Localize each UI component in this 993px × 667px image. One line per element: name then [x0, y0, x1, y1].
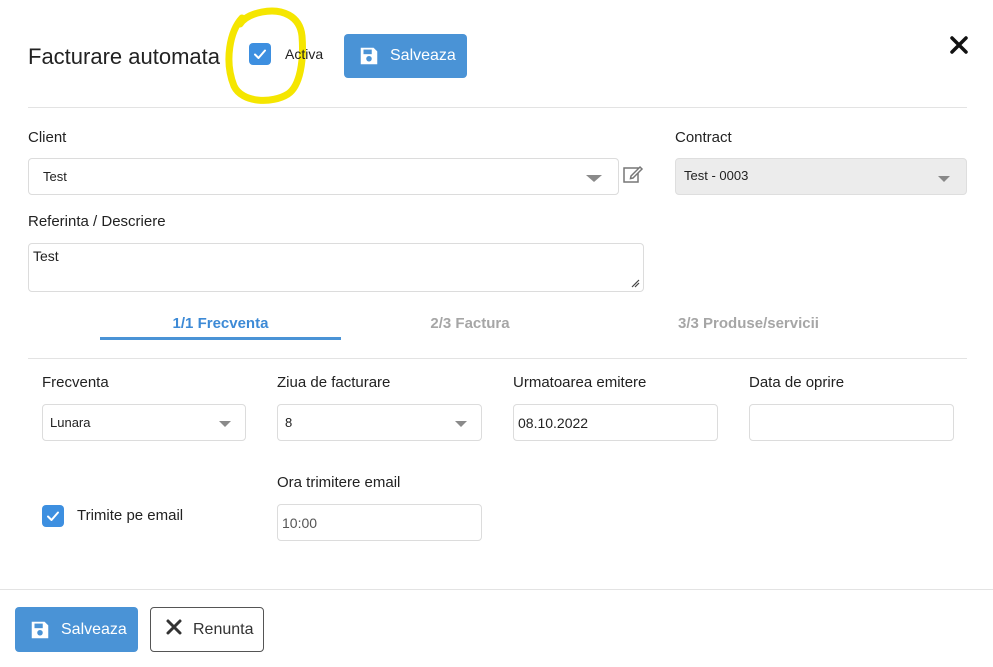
reference-textarea[interactable]: Test — [28, 243, 644, 292]
page-title: Facturare automata — [28, 44, 220, 69]
urmatoarea-label: Urmatoarea emitere — [513, 374, 647, 391]
frecventa-label: Frecventa — [42, 374, 109, 391]
contract-label: Contract — [675, 129, 732, 146]
chevron-down-icon — [455, 421, 467, 427]
chevron-down-icon — [938, 176, 950, 182]
tab-frecventa[interactable]: 1/1 Frecventa — [100, 315, 341, 332]
frecventa-select[interactable]: Lunara — [42, 404, 246, 441]
reference-label: Referinta / Descriere — [28, 213, 166, 230]
footer-save-button[interactable]: Salveaza — [15, 607, 138, 652]
cancel-label: Renunta — [193, 620, 254, 638]
active-label: Activa — [285, 46, 324, 62]
footer-save-label: Salveaza — [61, 620, 127, 638]
close-icon — [165, 618, 183, 641]
active-tab-indicator — [100, 337, 341, 340]
ziua-label: Ziua de facturare — [277, 374, 391, 391]
ora-value: 10:00 — [282, 514, 318, 531]
email-checkbox-label: Trimite pe email — [77, 507, 184, 524]
save-icon — [358, 45, 380, 67]
chevron-down-icon — [219, 421, 231, 427]
ora-input[interactable]: 10:00 — [277, 504, 482, 541]
active-checkbox[interactable] — [249, 43, 271, 65]
tab-factura[interactable]: 2/3 Factura — [375, 315, 565, 332]
client-select[interactable]: Test — [28, 158, 619, 195]
reference-value: Test — [33, 248, 59, 264]
client-label: Client — [28, 129, 67, 146]
urmatoarea-value: 08.10.2022 — [518, 414, 589, 431]
edit-icon[interactable] — [622, 163, 644, 185]
oprire-input[interactable] — [749, 404, 954, 441]
oprire-label: Data de oprire — [749, 374, 845, 391]
cancel-button[interactable]: Renunta — [150, 607, 264, 652]
ziua-value: 8 — [285, 415, 293, 430]
email-checkbox[interactable] — [42, 505, 64, 527]
close-icon[interactable] — [948, 34, 970, 56]
ora-label: Ora trimitere email — [277, 474, 401, 491]
tabs-divider — [28, 358, 967, 359]
tab-produse-servicii[interactable]: 3/3 Produse/servicii — [620, 315, 877, 332]
ziua-select[interactable]: 8 — [277, 404, 482, 441]
chevron-down-icon — [586, 175, 602, 182]
check-icon — [254, 49, 266, 59]
header-divider — [28, 107, 967, 108]
check-icon — [47, 511, 59, 521]
urmatoarea-input[interactable]: 08.10.2022 — [513, 404, 718, 441]
contract-select[interactable]: Test - 0003 — [675, 158, 967, 195]
save-icon — [29, 619, 51, 641]
frecventa-value: Lunara — [50, 415, 91, 430]
footer-divider — [0, 589, 993, 590]
header-save-label: Salveaza — [390, 47, 456, 64]
resize-handle-icon[interactable] — [631, 279, 640, 288]
header-save-button[interactable]: Salveaza — [344, 34, 467, 78]
contract-value: Test - 0003 — [684, 168, 749, 183]
client-value: Test — [43, 169, 67, 184]
